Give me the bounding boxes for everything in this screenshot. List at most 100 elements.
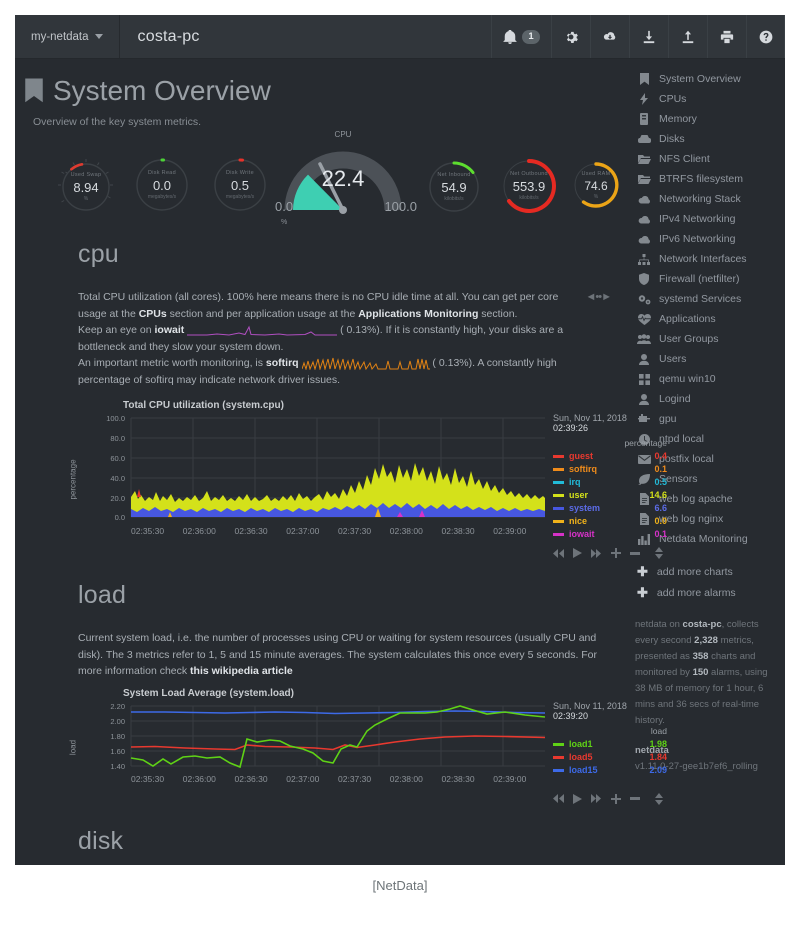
- legend-swatch: [553, 533, 564, 536]
- sidebar-item-firewall[interactable]: Firewall (netfilter): [635, 269, 785, 289]
- page-title: System Overview: [24, 75, 635, 107]
- play-icon[interactable]: [573, 548, 582, 558]
- sidebar-item-logind[interactable]: Logind: [635, 389, 785, 409]
- add-charts-label: add more charts: [656, 565, 733, 578]
- import-button[interactable]: [629, 15, 668, 58]
- legend-value: 0.1: [654, 529, 667, 539]
- sidebar-item-memory[interactable]: Memory: [635, 109, 785, 129]
- sidebar-item-ipv6-networking[interactable]: IPv6 Networking: [635, 229, 785, 249]
- sidebar-item-systemd-services[interactable]: systemd Services: [635, 289, 785, 309]
- hostname-label[interactable]: costa-pc: [120, 15, 218, 58]
- cpus-link[interactable]: CPUs: [139, 308, 167, 320]
- gauge-used-swap[interactable]: Used Swap 8.94 %: [55, 156, 117, 218]
- fast-forward-icon[interactable]: [591, 794, 602, 803]
- fast-forward-icon[interactable]: [591, 548, 602, 558]
- sidebar-item-qemu-win10[interactable]: qemu win10: [635, 369, 785, 389]
- legend-item[interactable]: user 14.6: [553, 489, 667, 502]
- legend-item[interactable]: guest 0.4: [553, 450, 667, 463]
- sidebar-label: Firewall (netfilter): [659, 273, 740, 285]
- sidebar-label: BTRFS filesystem: [659, 173, 744, 185]
- x-tick: 02:38:30: [441, 773, 475, 784]
- legend-item[interactable]: iowait 0.1: [553, 528, 667, 541]
- plus-icon: ✚: [637, 563, 648, 579]
- netdata-registry-dropdown[interactable]: my-netdata: [15, 15, 120, 58]
- legend-value: 1.98: [649, 738, 667, 749]
- sidebar-item-applications[interactable]: Applications: [635, 309, 785, 329]
- svg-text:60.0: 60.0: [110, 454, 125, 463]
- chart-y-label: percentage: [68, 459, 78, 500]
- x-tick: 02:37:30: [338, 526, 372, 536]
- legend-item[interactable]: irq 0.5: [553, 476, 667, 489]
- sidebar-label: IPv4 Networking: [659, 213, 736, 225]
- zoom-in-icon[interactable]: [611, 793, 621, 804]
- sidebar-item-user-groups[interactable]: User Groups: [635, 329, 785, 349]
- legend-label: load5: [569, 751, 593, 762]
- chart-system-load[interactable]: System Load Average (system.load) load 2…: [69, 688, 667, 805]
- footer-alarms: 150: [692, 667, 709, 678]
- legend-item[interactable]: system 6.6: [553, 502, 667, 515]
- sidebar-item-disks[interactable]: Disks: [635, 129, 785, 149]
- legend-item[interactable]: nice 0.0: [553, 515, 667, 528]
- legend-item[interactable]: load1 1.98: [553, 738, 667, 751]
- gauge-disk-write[interactable]: Disk Write 0.5 megabytes/s: [207, 152, 273, 218]
- rewind-icon[interactable]: [553, 548, 564, 558]
- softirq-value: 0.13%: [438, 357, 469, 369]
- sidebar-item-cpus[interactable]: CPUs: [635, 89, 785, 109]
- legend-item[interactable]: softirq 0.1: [553, 463, 667, 476]
- legend-time: 02:39:26: [553, 423, 589, 433]
- chart-plot-area[interactable]: load 2.20 2.00 1.80 1.60 1.40 02:35:30 0…: [69, 701, 545, 805]
- chart-system-cpu[interactable]: Total CPU utilization (system.cpu) perce…: [69, 400, 667, 559]
- zoom-out-icon[interactable]: [630, 797, 640, 800]
- rewind-icon[interactable]: [553, 794, 564, 803]
- legend-label: irq: [569, 477, 581, 487]
- iowait-label: iowait: [154, 324, 185, 336]
- gauge-arc: [503, 159, 556, 213]
- add-more-charts-link[interactable]: ✚ add more charts: [637, 561, 785, 582]
- print-button[interactable]: [707, 15, 746, 58]
- update-button[interactable]: [590, 15, 629, 58]
- zoom-in-icon[interactable]: [611, 548, 621, 558]
- chart-row: load 2.20 2.00 1.80 1.60 1.40 02:35:30 0…: [69, 701, 667, 805]
- export-button[interactable]: [668, 15, 707, 58]
- help-button[interactable]: [746, 15, 785, 58]
- sidebar-item-networking-stack[interactable]: Networking Stack: [635, 189, 785, 209]
- gauge-net-outbound[interactable]: Net Outbound 553.9 kilobits/s: [497, 154, 561, 218]
- gauge-cpu[interactable]: CPU 22.4 0.0 100.0 %: [275, 130, 417, 226]
- legend-swatch: [553, 755, 564, 759]
- chart-plot-area[interactable]: percentage 100.0 80.0 60.0 40.0 20.0 0.0: [69, 413, 545, 559]
- gauge-arc: [214, 158, 266, 211]
- legend-value: 6.6: [654, 503, 667, 513]
- chart-x-axis: 02:35:30 02:36:00 02:36:30 02:37:00 02:3…: [131, 774, 545, 784]
- gauge-used-ram[interactable]: Used RAM 74.6 %: [569, 158, 623, 212]
- load-p1a: Current system load, i.e. the number of …: [78, 632, 598, 677]
- sidebar-item-btrfs-filesystem[interactable]: BTRFS filesystem: [635, 169, 785, 189]
- settings-button[interactable]: [551, 15, 590, 58]
- sidebar-item-nfs-client[interactable]: NFS Client: [635, 149, 785, 169]
- add-more-alarms-link[interactable]: ✚ add more alarms: [637, 582, 785, 603]
- x-tick: 02:37:30: [338, 773, 372, 784]
- legend-item[interactable]: load5 1.84: [553, 751, 667, 764]
- sidebar-item-ipv4-networking[interactable]: IPv4 Networking: [635, 209, 785, 229]
- alarms-button[interactable]: 1: [491, 15, 551, 58]
- sidebar-item-system-overview[interactable]: System Overview: [635, 69, 785, 89]
- cloud-icon: [637, 235, 651, 244]
- gauge-disk-read[interactable]: Disk Read 0.0 megabytes/s: [129, 152, 195, 218]
- resize-handle-icon[interactable]: [655, 547, 663, 559]
- legend-swatch: [553, 520, 564, 523]
- resize-handle-icon[interactable]: [655, 792, 663, 805]
- legend-date: Sun, Nov 11, 2018: [553, 700, 627, 711]
- section-load: load Current system load, i.e. the numbe…: [15, 581, 667, 805]
- legend-label: nice: [569, 516, 588, 526]
- play-icon[interactable]: [573, 793, 582, 804]
- apps-monitoring-link[interactable]: Applications Monitoring: [358, 308, 478, 320]
- section-cpu: cpu ◄••► Total CPU utilization (all core…: [15, 240, 667, 559]
- chart-dots-icon[interactable]: ◄••►: [586, 289, 613, 306]
- sidebar-item-users[interactable]: Users: [635, 349, 785, 369]
- x-tick: 02:35:30: [131, 773, 165, 784]
- legend-item[interactable]: load15 2.09: [553, 764, 667, 777]
- wikipedia-link[interactable]: this wikipedia article: [190, 665, 293, 677]
- sidebar-item-network-interfaces[interactable]: Network Interfaces: [635, 249, 785, 269]
- chart-legend: Sun, Nov 11, 2018 02:39:26 percentage gu…: [545, 413, 667, 559]
- gauge-net-inbound[interactable]: Net Inbound 54.9 kilobits/s: [423, 156, 485, 218]
- zoom-out-icon[interactable]: [630, 551, 640, 555]
